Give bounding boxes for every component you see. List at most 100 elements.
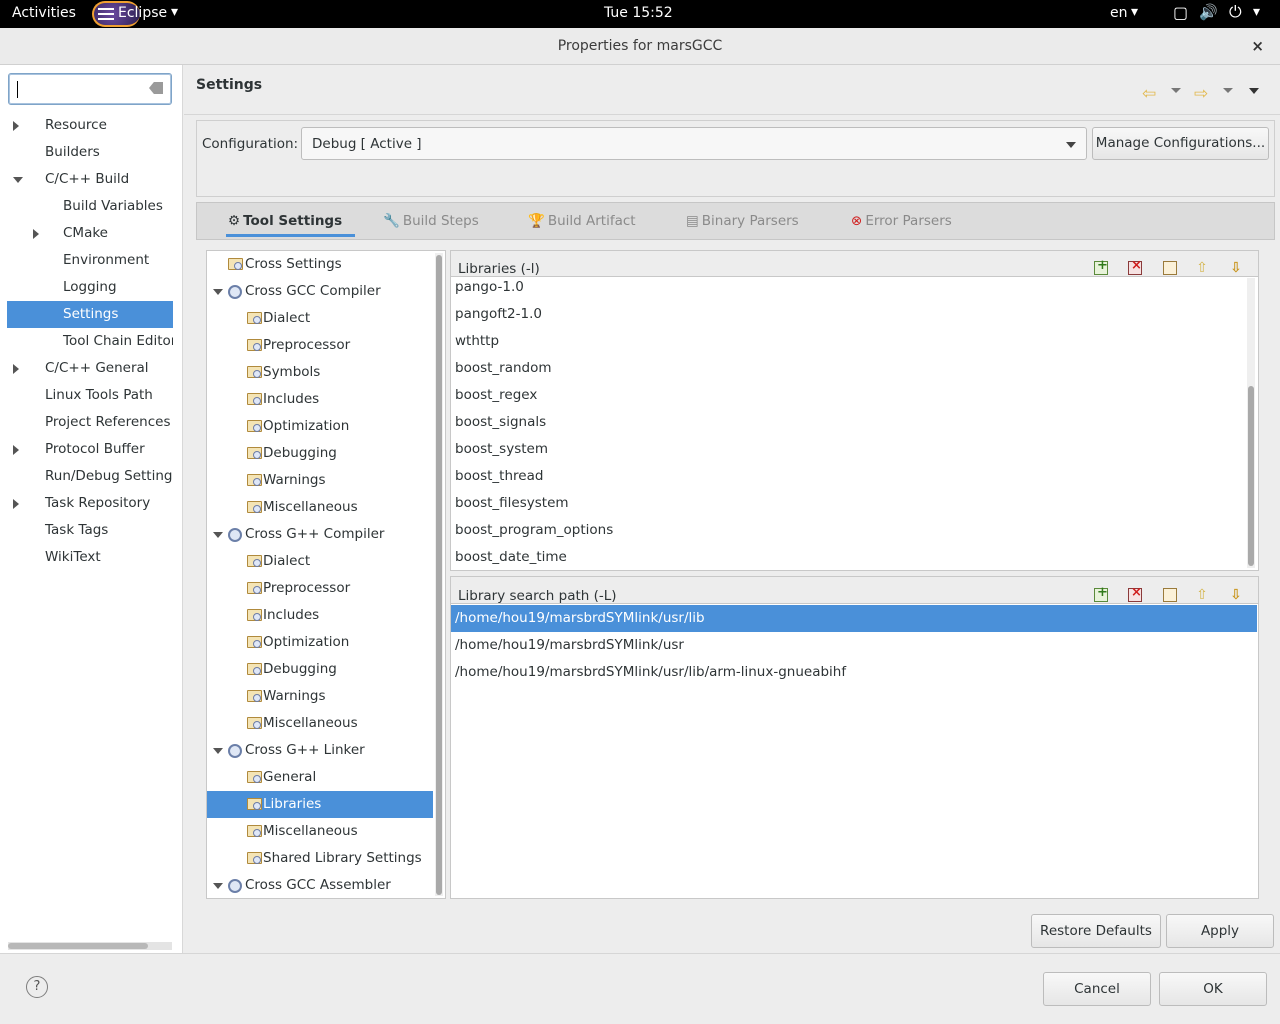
nav-item[interactable]: Build Variables [0, 193, 173, 220]
libraries-list[interactable]: pango-1.0 pangoft2-1.0 wthttp boost_random b… [451, 276, 1258, 570]
configuration-select[interactable]: Debug [ Active ] [301, 127, 1087, 160]
tab-tool-settings[interactable]: ⚙ Tool Settings [226, 209, 355, 237]
tool-tree-item[interactable]: Cross G++ Compiler [207, 521, 433, 548]
tab-error-parsers[interactable]: ⊗ Error Parsers [851, 209, 952, 237]
tool-tree-item[interactable]: Libraries [207, 791, 433, 818]
collapse-arrow-icon[interactable] [213, 532, 223, 538]
expand-arrow-icon[interactable] [13, 499, 19, 509]
expand-arrow-icon[interactable] [13, 364, 19, 374]
edit-icon[interactable] [1163, 588, 1177, 602]
horizontal-scrollbar[interactable] [8, 942, 172, 950]
volume-icon[interactable]: 🔊 [1199, 3, 1218, 21]
app-menu-label[interactable]: Eclipse [118, 5, 167, 21]
tool-tree-item[interactable]: Cross Settings [207, 251, 433, 278]
delete-icon[interactable] [1128, 258, 1142, 275]
edit-icon[interactable] [1163, 261, 1177, 275]
restore-defaults-button[interactable]: Restore Defaults [1031, 914, 1161, 948]
tool-tree-item[interactable]: General [207, 764, 433, 791]
add-icon[interactable] [1094, 258, 1108, 275]
tool-tree-item[interactable]: Shared Library Settings [207, 845, 433, 872]
move-down-icon[interactable]: ⇩ [1229, 588, 1243, 602]
scrollbar-thumb[interactable] [8, 943, 148, 949]
cancel-button[interactable]: Cancel [1043, 972, 1151, 1006]
library-item[interactable]: pango-1.0 [455, 277, 524, 301]
nav-item[interactable]: Tool Chain Editor [0, 328, 173, 355]
search-path-item[interactable]: /home/hou19/marsbrdSYMlink/usr/lib [451, 605, 1257, 632]
library-item[interactable]: boost_regex [455, 382, 537, 409]
tab-build-steps[interactable]: 🔧 Build Steps [383, 209, 479, 237]
filter-input[interactable] [8, 73, 172, 105]
nav-item[interactable]: Task Tags [0, 517, 173, 544]
nav-item[interactable]: Task Repository [0, 490, 173, 517]
tab-binary-parsers[interactable]: ▤ Binary Parsers [686, 209, 799, 237]
tool-tree-item[interactable]: Warnings [207, 683, 433, 710]
forward-history-dropdown-icon[interactable] [1223, 88, 1233, 93]
collapse-arrow-icon[interactable] [213, 883, 223, 889]
help-icon[interactable]: ? [26, 976, 48, 998]
forward-arrow-icon[interactable]: ⇨ [1194, 84, 1208, 104]
tool-tree-item[interactable]: Optimization [207, 413, 433, 440]
delete-icon[interactable] [1128, 585, 1142, 602]
library-item[interactable]: boost_random [455, 355, 552, 382]
tool-tree-item[interactable]: Miscellaneous [207, 494, 433, 521]
tool-tree-item[interactable]: Cross GCC Compiler [207, 278, 433, 305]
activities-button[interactable]: Activities [12, 5, 76, 21]
tool-tree-item[interactable]: Includes [207, 602, 433, 629]
library-item[interactable]: boost_system [455, 436, 548, 463]
chevron-down-icon[interactable]: ▾ [171, 4, 178, 20]
nav-item[interactable]: Resource [0, 112, 173, 139]
tool-tree-item[interactable]: Dialect [207, 548, 433, 575]
tool-tree-item[interactable]: Dialect [207, 305, 433, 332]
expand-arrow-icon[interactable] [33, 229, 39, 239]
library-item[interactable]: wthttp [455, 328, 499, 355]
library-item[interactable]: boost_filesystem [455, 490, 569, 517]
library-item[interactable]: pangoft2-1.0 [455, 301, 542, 328]
move-up-icon[interactable]: ⇧ [1195, 261, 1209, 275]
scrollbar-thumb[interactable] [436, 255, 442, 895]
library-item[interactable]: boost_signals [455, 409, 546, 436]
move-down-icon[interactable]: ⇩ [1229, 261, 1243, 275]
nav-item[interactable]: C/C++ General [0, 355, 173, 382]
library-item[interactable]: boost_date_time [455, 544, 567, 570]
nav-item[interactable]: Run/Debug Settings [0, 463, 173, 490]
nav-item[interactable]: Logging [0, 274, 173, 301]
window-icon[interactable]: ▢ [1173, 3, 1188, 22]
nav-item[interactable]: CMake [0, 220, 173, 247]
nav-item[interactable]: Linux Tools Path [0, 382, 173, 409]
tool-tree-item[interactable]: Debugging [207, 440, 433, 467]
ok-button[interactable]: OK [1159, 972, 1267, 1006]
tool-tree-item[interactable]: Cross GCC Assembler [207, 872, 433, 899]
tool-tree-item[interactable]: Cross G++ Linker [207, 737, 433, 764]
scrollbar-thumb[interactable] [1248, 386, 1254, 566]
search-path-item[interactable]: /home/hou19/marsbrdSYMlink/usr [451, 632, 1257, 659]
tool-tree-item[interactable]: Optimization [207, 629, 433, 656]
expand-arrow-icon[interactable] [13, 445, 19, 455]
power-icon[interactable]: ⏻ [1229, 2, 1242, 22]
search-path-item[interactable]: /home/hou19/marsbrdSYMlink/usr/lib/arm-l… [451, 659, 1257, 686]
nav-item[interactable]: Builders [0, 139, 173, 166]
tool-tree-item[interactable]: Preprocessor [207, 332, 433, 359]
view-menu-icon[interactable] [1249, 88, 1259, 94]
chevron-down-icon[interactable]: ▾ [1131, 4, 1138, 20]
tool-tree-item[interactable]: Includes [207, 386, 433, 413]
tool-tree-item[interactable]: Miscellaneous [207, 710, 433, 737]
manage-configurations-button[interactable]: Manage Configurations... [1092, 127, 1269, 160]
close-icon[interactable]: × [1251, 37, 1264, 55]
tool-tree-item[interactable]: Miscellaneous [207, 818, 433, 845]
collapse-arrow-icon[interactable] [213, 289, 223, 295]
clock[interactable]: Tue 15:52 [604, 5, 673, 21]
vertical-scrollbar[interactable] [435, 253, 443, 896]
library-item[interactable]: boost_thread [455, 463, 543, 490]
nav-item[interactable]: C/C++ Build [0, 166, 173, 193]
expand-arrow-icon[interactable] [13, 121, 19, 131]
apply-button[interactable]: Apply [1166, 914, 1274, 948]
tool-tree-item[interactable]: Debugging [207, 656, 433, 683]
library-item[interactable]: boost_program_options [455, 517, 613, 544]
library-search-path-list[interactable]: /home/hou19/marsbrdSYMlink/usr/lib/home/… [451, 603, 1258, 898]
collapse-arrow-icon[interactable] [13, 177, 23, 183]
add-icon[interactable] [1094, 585, 1108, 602]
language-indicator[interactable]: en [1110, 5, 1128, 21]
collapse-arrow-icon[interactable] [213, 748, 223, 754]
back-arrow-icon[interactable]: ⇦ [1142, 84, 1156, 104]
nav-item[interactable]: Environment [0, 247, 173, 274]
